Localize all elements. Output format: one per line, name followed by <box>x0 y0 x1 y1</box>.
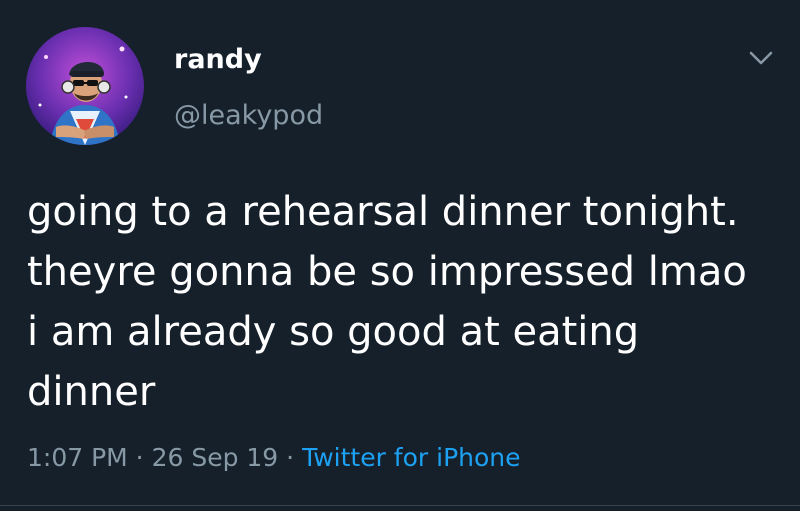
tweet-text-line: theyre gonna be so impressed lmao <box>27 249 747 295</box>
tweet-card: randy @leakypod going to a rehearsal din… <box>0 0 800 511</box>
tweet-text-line: i am already so good at eating <box>27 309 640 355</box>
tweet-metadata: 1:07 PM · 26 Sep 19 · Twitter for iPhone <box>27 441 521 475</box>
user-avatar-icon[interactable] <box>26 27 144 145</box>
tweet-text-line: dinner <box>27 369 156 415</box>
tweet-text-line: going to a rehearsal dinner tonight. <box>27 189 739 235</box>
display-name[interactable]: randy <box>174 44 262 76</box>
chevron-down-icon[interactable] <box>746 46 776 70</box>
tweet-text: going to a rehearsal dinner tonight. the… <box>27 182 787 422</box>
meta-separator: · <box>278 443 303 472</box>
user-handle[interactable]: @leakypod <box>174 100 323 132</box>
tweet-time[interactable]: 1:07 PM <box>27 443 128 472</box>
tweet-date[interactable]: 26 Sep 19 <box>152 443 279 472</box>
tweet-source-link[interactable]: Twitter for iPhone <box>302 443 520 472</box>
meta-separator: · <box>127 443 152 472</box>
divider <box>0 505 800 506</box>
